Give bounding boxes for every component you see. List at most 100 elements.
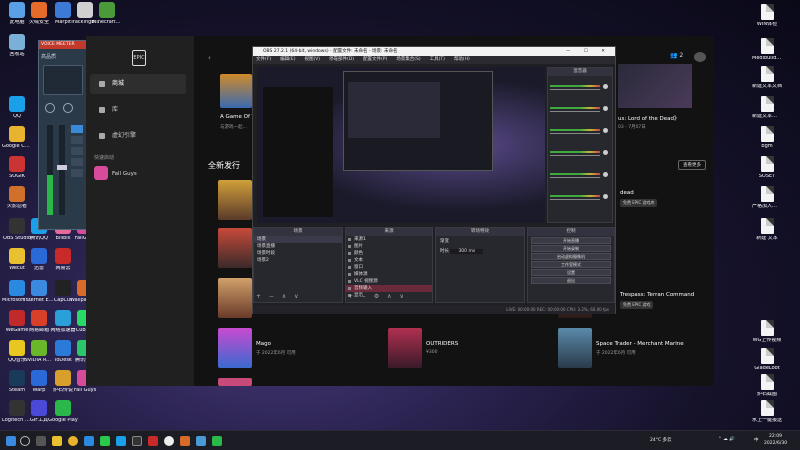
scene-item[interactable]: 场景2: [254, 257, 342, 264]
scene-toolbar[interactable]: + − ∧ ∨: [256, 293, 302, 300]
tray-icons[interactable]: ⌃ ☁ 🔊: [718, 437, 735, 442]
friends-badge[interactable]: 👥 2: [670, 52, 683, 59]
menu-item[interactable]: 配置文件(P): [363, 57, 387, 62]
game-card[interactable]: [218, 378, 252, 386]
search-icon[interactable]: [20, 436, 30, 446]
fall-guys-icon[interactable]: [94, 166, 108, 180]
view-more-button[interactable]: 查看更多: [678, 160, 706, 170]
source-item[interactable]: 窗口: [346, 264, 432, 271]
volume-slider[interactable]: [550, 111, 600, 112]
source-toolbar[interactable]: + − ⚙ ∧ ∨: [348, 293, 407, 300]
featured-right-title[interactable]: us: Lord of the Dead》: [618, 114, 680, 122]
sidebar-item[interactable]: 商城: [90, 74, 186, 94]
obs-menu-bar[interactable]: 文件(F) 编辑(E) 视图(V) 停靠部件(D) 配置文件(P) 场景集合(S) 工具(T…: [253, 56, 615, 64]
desktop-file[interactable]: WIN体检: [752, 4, 782, 28]
game-card[interactable]: [218, 228, 252, 268]
gear-icon[interactable]: [603, 194, 608, 199]
input-lang[interactable]: 中: [754, 437, 759, 443]
source-item[interactable]: 来源1: [346, 236, 432, 243]
menu-item[interactable]: 编辑(E): [280, 57, 295, 62]
game-card[interactable]: [218, 180, 252, 220]
obs-taskbar-icon[interactable]: [164, 436, 174, 446]
source-item[interactable]: 图片: [346, 243, 432, 250]
taskbar[interactable]: 24°C 多云 ⌃ ☁ 🔊 中 22:09 2022/6/30: [0, 430, 800, 450]
source-item[interactable]: 媒体源: [346, 271, 432, 278]
gear-icon[interactable]: [603, 128, 608, 133]
controls-panel[interactable]: 控制 开始直播 开始录制 启动虚拟摄像机 工作室模式 设置 退出: [527, 227, 615, 303]
fader[interactable]: [57, 125, 67, 215]
transition-select[interactable]: 渐变: [436, 236, 524, 246]
app-icon[interactable]: [212, 436, 222, 446]
app-icon[interactable]: [196, 436, 206, 446]
weather-text[interactable]: 24°C 多云: [650, 437, 672, 443]
game-card[interactable]: [218, 328, 252, 368]
desktop-shortcut[interactable]: Minecraft Login V...: [92, 2, 122, 26]
source-item[interactable]: 颜色: [346, 250, 432, 257]
back-icon[interactable]: ‹: [208, 54, 216, 62]
menu-item[interactable]: 文件(F): [256, 57, 271, 62]
menu-item[interactable]: 场景集合(S): [396, 57, 420, 62]
scenes-panel[interactable]: 场景 场景 场景直播 场景时段 场景2 + − ∧ ∨: [253, 227, 343, 303]
source-item[interactable]: 音频输入: [346, 285, 432, 292]
bus-buttons[interactable]: [71, 125, 83, 215]
mixer-panel[interactable]: 混音器: [547, 67, 613, 223]
clock[interactable]: 22:09 2022/6/30: [764, 433, 787, 447]
mixer-channel[interactable]: [550, 104, 610, 114]
scene-item[interactable]: 场景: [254, 236, 342, 243]
desktop-file[interactable]: 水上一键报送: [752, 400, 782, 424]
scene-item[interactable]: 场景直播: [254, 243, 342, 250]
qq-icon[interactable]: [116, 436, 126, 446]
game-title-space-trader[interactable]: Space Trader - Merchant Marine: [596, 341, 684, 347]
menu-item[interactable]: 工具(T): [430, 57, 445, 62]
sidebar-item[interactable]: 库: [90, 100, 186, 120]
desktop-file[interactable]: SOSET: [752, 156, 782, 180]
obs-window[interactable]: OBS 27.2.1 (64-bit, windows) - 配置文件: 未命名…: [252, 46, 616, 314]
duration-field[interactable]: 时长 300 ms: [436, 246, 524, 256]
desktop-shortcut[interactable]: Google Play: [48, 400, 78, 424]
featured-right-image[interactable]: [618, 64, 692, 108]
mixer-channel[interactable]: [550, 82, 610, 92]
game-title-trespass[interactable]: Trespass: Terran Command: [620, 292, 694, 298]
game-card[interactable]: [388, 328, 422, 368]
chrome-icon[interactable]: [68, 436, 78, 446]
file-explorer-icon[interactable]: [52, 436, 62, 446]
source-item[interactable]: 文本: [346, 257, 432, 264]
start-button-icon[interactable]: [6, 436, 16, 446]
app-icon[interactable]: [180, 436, 190, 446]
desktop-file[interactable]: 炉石截图: [752, 374, 782, 398]
desktop-file[interactable]: Medibuild 图标注释.txt: [752, 38, 782, 62]
avatar[interactable]: [694, 52, 706, 62]
wechat-icon[interactable]: [100, 436, 110, 446]
gain-knob[interactable]: [45, 103, 55, 113]
game-title-outriders[interactable]: OUTRIDERS: [426, 341, 458, 347]
netease-icon[interactable]: [148, 436, 158, 446]
volume-slider[interactable]: [550, 155, 600, 156]
game-title-mago[interactable]: Mago: [256, 341, 271, 347]
epic-taskbar-icon[interactable]: [132, 436, 142, 446]
quick-launch-game[interactable]: Fall Guys: [112, 171, 137, 177]
desktop-file[interactable]: 新建文本文档: [752, 66, 782, 90]
source-item[interactable]: VLC 视频源: [346, 278, 432, 285]
mixer-channel[interactable]: [550, 170, 610, 180]
gear-icon[interactable]: [603, 172, 608, 177]
volume-slider[interactable]: [550, 199, 600, 200]
menu-item[interactable]: 视图(V): [304, 57, 320, 62]
gear-icon[interactable]: [603, 150, 608, 155]
task-view-icon[interactable]: [36, 436, 46, 446]
gear-icon[interactable]: [603, 84, 608, 89]
desktop-file[interactable]: WG上传视频: [752, 320, 782, 344]
control-button[interactable]: 退出: [531, 277, 611, 284]
volume-slider[interactable]: [550, 133, 600, 134]
control-button[interactable]: 启动虚拟摄像机: [531, 253, 611, 260]
sources-panel[interactable]: 来源 来源1 图片 颜色 文本 窗口 媒体源 VLC 视频源 音频输入 显示 + − ⚙ ∧ ∨: [345, 227, 433, 303]
control-button[interactable]: 设置: [531, 269, 611, 276]
desktop-file[interactable]: 严格加入白名单: [752, 186, 782, 210]
mixer-channel[interactable]: [550, 192, 610, 202]
featured-game-image[interactable]: [220, 74, 252, 108]
desktop-file[interactable]: bgm: [752, 126, 782, 150]
obs-preview[interactable]: [257, 67, 545, 223]
edge-icon[interactable]: [84, 436, 94, 446]
mixer-channel[interactable]: [550, 126, 610, 136]
desktop-shortcut[interactable]: 网易云: [48, 248, 78, 272]
window-controls[interactable]: — ☐ ✕: [566, 47, 611, 56]
